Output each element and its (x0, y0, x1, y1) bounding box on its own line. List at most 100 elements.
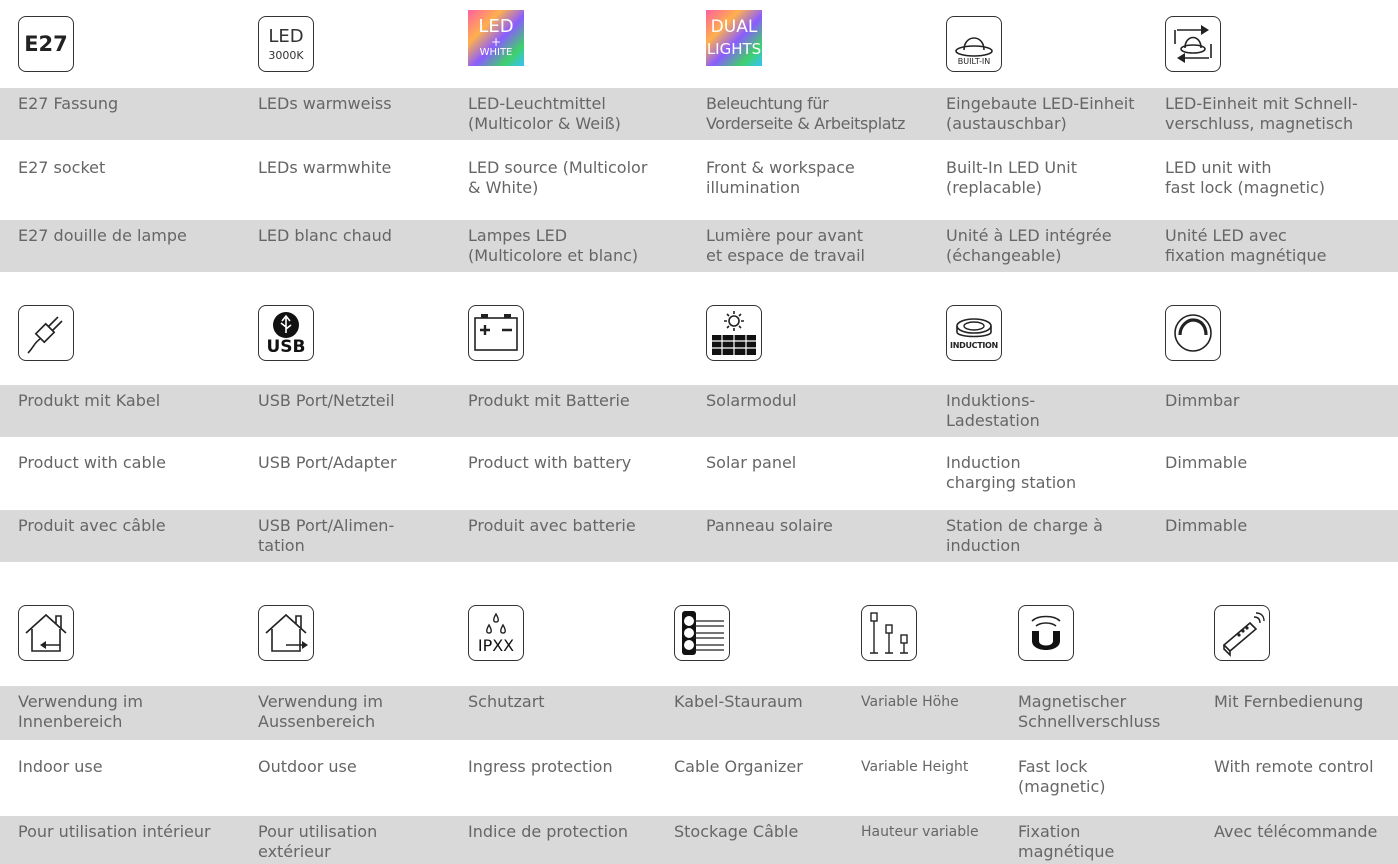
usb-symbol-graphic (273, 311, 299, 338)
cell: Cable Organizer (674, 757, 803, 776)
dimmer-icon (1165, 305, 1221, 361)
cell: Kabel-Stauraum (674, 692, 803, 711)
plug-graphic (27, 316, 63, 354)
magnet-graphic (1031, 615, 1061, 650)
led-white-icon-sub: WHITE (479, 47, 513, 58)
dual-lights-icon-sub: LIGHTS (706, 40, 762, 58)
cell: Variable Height (861, 759, 969, 775)
cell: Eingebaute LED-Einheit (austauschbar) (946, 94, 1135, 133)
dual-lights-icon: DUAL LIGHTS (706, 10, 762, 66)
house-outdoor-graphic (265, 613, 308, 652)
e27-icon: E27 (18, 16, 74, 72)
bulb-dome-graphic (955, 37, 993, 57)
cell: Solarmodul (706, 391, 797, 410)
ingress-protection-icon-label: IPXX (477, 636, 515, 655)
cell: With remote control (1214, 757, 1374, 776)
cell: Product with battery (468, 453, 632, 472)
induction-icon-label: INDUCTION (950, 341, 998, 350)
cell: Lampes LED (Multicolore et blanc) (468, 226, 639, 265)
indoor-use-icon (18, 605, 74, 661)
cell: Produkt mit Batterie (468, 391, 630, 410)
cell: Indoor use (18, 757, 103, 776)
house-indoor-graphic (25, 613, 67, 652)
cell: Stockage Câble (674, 822, 799, 841)
cell: E27 douille de lampe (18, 226, 187, 245)
led-white-icon: LED + WHITE (468, 10, 524, 66)
cell: LEDs warmweiss (258, 94, 392, 113)
table-row-en: Indoor use Outdoor use Ingress protectio… (0, 751, 1398, 805)
cell: Product with cable (18, 453, 166, 472)
led-3000k-icon-sub: 3000K (268, 48, 304, 62)
battery-graphic (474, 314, 518, 351)
cell: Outdoor use (258, 757, 357, 776)
cell: LED unit with fast lock (magnetic) (1165, 158, 1326, 197)
table-row-de: Produkt mit Kabel USB Port/Netzteil Prod… (0, 385, 1398, 437)
cell: Fixation magnétique (1018, 822, 1115, 861)
dual-lights-icon-label: DUAL (710, 17, 758, 37)
cell: Induction charging station (946, 453, 1077, 492)
cell: Ingress protection (468, 757, 613, 776)
table-row-de: E27 Fassung LEDs warmweiss LED-Leuchtmit… (0, 88, 1398, 140)
cell: Produkt mit Kabel (18, 391, 161, 410)
cell: Fast lock (magnetic) (1018, 757, 1106, 796)
induction-icon: INDUCTION (946, 305, 1002, 361)
led-3000k-icon: LED 3000K (258, 16, 314, 72)
cell: Indice de protection (468, 822, 629, 841)
cell: USB Port/Alimen- tation (258, 516, 395, 555)
outdoor-use-icon (258, 605, 314, 661)
cell: Verwendung im Innenbereich (18, 692, 143, 731)
cell: Verwendung im Aussenbereich (258, 692, 383, 731)
cell: USB Port/Adapter (258, 453, 397, 472)
dimmer-graphic (1174, 314, 1212, 352)
cell: Solar panel (706, 453, 797, 472)
plug-icon (18, 305, 74, 361)
cell: Station de charge à induction (946, 516, 1103, 555)
cell: Beleuchtung für Vorderseite & Arbeitspla… (706, 94, 906, 133)
cell: LED-Einheit mit Schnell- verschluss, mag… (1165, 94, 1358, 133)
cell: Dimmable (1165, 453, 1248, 472)
cell: LED blanc chaud (258, 226, 392, 245)
cell: Produit avec câble (18, 516, 166, 535)
cell: LED source (Multicolor & White) (468, 158, 648, 197)
lamps-height-graphic (870, 612, 908, 654)
table-row-en: E27 socket LEDs warmwhite LED source (Mu… (0, 152, 1398, 204)
table-row-de: Verwendung im Innenbereich Verwendung im… (0, 686, 1398, 740)
cell: Built-In LED Unit (replacable) (946, 158, 1077, 197)
cell: Schutzart (468, 692, 545, 711)
ingress-protection-icon: IPXX (468, 605, 524, 661)
variable-height-icon (861, 605, 917, 661)
table-row-en: Product with cable USB Port/Adapter Prod… (0, 447, 1398, 499)
cell: Unité LED avec fixation magnétique (1165, 226, 1327, 265)
cell: Front & workspace illumination (706, 158, 855, 197)
magnet-icon (1018, 605, 1074, 661)
solar-panel-graphic (712, 311, 756, 355)
cell: LED-Leuchtmittel (Multicolor & Weiß) (468, 94, 621, 133)
remote-graphic (1222, 612, 1265, 657)
cable-organizer-graphic (682, 611, 724, 655)
cell: Dimmable (1165, 516, 1248, 535)
fast-lock-icon (1165, 16, 1221, 72)
cell: Produit avec batterie (468, 516, 636, 535)
water-drops-graphic (486, 612, 506, 634)
fast-lock-graphic (1174, 25, 1212, 63)
induction-pad-graphic (956, 318, 992, 338)
cell: Unité à LED intégrée (échangeable) (946, 226, 1112, 265)
usb-icon: USB (258, 305, 314, 361)
cell: LEDs warmwhite (258, 158, 392, 177)
cell: E27 Fassung (18, 94, 119, 113)
built-in-icon: BUILT-IN (946, 16, 1002, 72)
e27-icon-label: E27 (24, 31, 68, 56)
cell: Avec télécommande (1214, 822, 1378, 841)
cell: Induktions- Ladestation (946, 391, 1040, 430)
cell: Pour utilisation extérieur (258, 822, 378, 861)
cell: Lumière pour avant et espace de travail (706, 226, 865, 265)
solar-panel-icon (706, 305, 762, 361)
cell: Mit Fernbedienung (1214, 692, 1364, 711)
table-row-fr: E27 douille de lampe LED blanc chaud Lam… (0, 220, 1398, 272)
table-row-fr: Pour utilisation intérieur Pour utilisat… (0, 816, 1398, 864)
cell: Variable Höhe (861, 694, 959, 710)
remote-control-icon (1214, 605, 1270, 661)
cable-organizer-icon (674, 605, 730, 661)
cell: USB Port/Netzteil (258, 391, 395, 410)
cell: Pour utilisation intérieur (18, 822, 211, 841)
